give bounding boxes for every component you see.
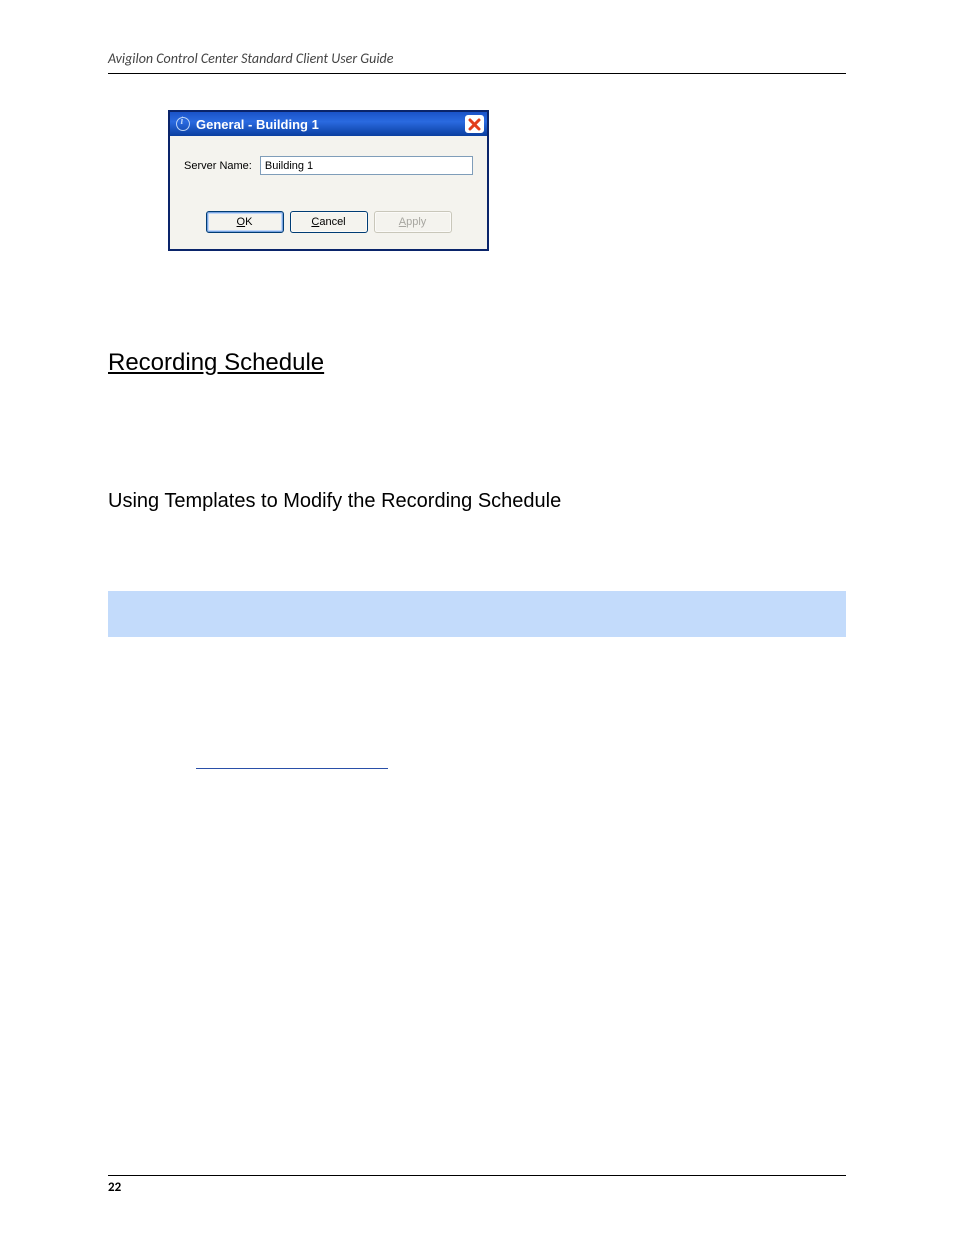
step-two: 2. Enter a server name and click OK. [108, 302, 846, 319]
dialog-body: Server Name: OK Cancel Apply [170, 136, 487, 249]
server-name-label: Server Name: [184, 160, 252, 172]
figure-caption: Figure A. General dialog box [108, 275, 846, 292]
info-icon [176, 117, 190, 131]
general-dialog: General - Building 1 Server Name: OK [168, 110, 489, 251]
dialog-button-row: OK Cancel Apply [184, 211, 473, 233]
heading-using-templates: Using Templates to Modify the Recording … [108, 490, 846, 513]
using-templates-para: The recording schedule is set by using t… [108, 523, 846, 565]
heading-recording-schedule: Recording Schedule [108, 349, 846, 377]
apply-button: Apply [374, 211, 452, 233]
page-header: Avigilon Control Center Standard Client … [108, 50, 846, 74]
server-name-input[interactable] [260, 156, 473, 175]
dialog-titlebar: General - Building 1 [170, 112, 487, 136]
recording-schedule-para1: Use the Recording Schedule dialog box to… [108, 387, 846, 429]
page-footer: 22 [108, 1175, 846, 1195]
ok-button[interactable]: OK [206, 211, 284, 233]
link-underline-fragment [196, 757, 388, 769]
close-button[interactable] [465, 115, 484, 133]
cancel-button[interactable]: Cancel [290, 211, 368, 233]
note-box [108, 591, 846, 637]
server-name-row: Server Name: [184, 156, 473, 175]
recording-schedule-para2: Once the recording schedule is set, vide… [108, 443, 846, 464]
dialog-title: General - Building 1 [196, 117, 465, 132]
close-icon [468, 118, 481, 131]
dialog-figure: General - Building 1 Server Name: OK [168, 110, 846, 251]
page-number: 22 [108, 1180, 121, 1195]
